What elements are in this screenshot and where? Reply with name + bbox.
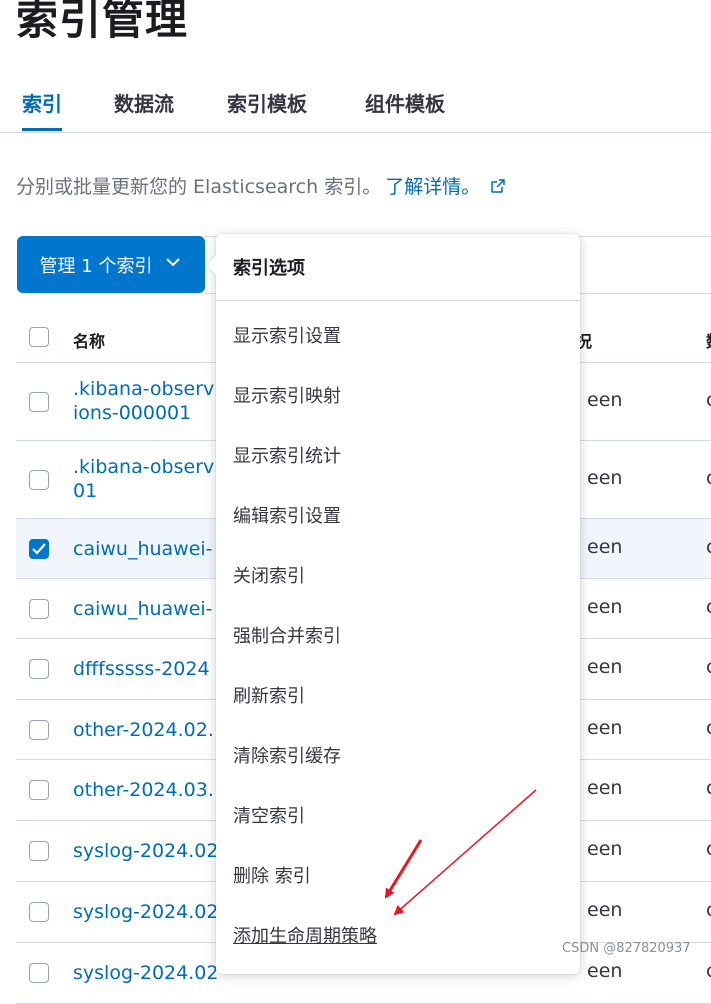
row-checkbox[interactable]	[29, 538, 49, 559]
column-header-more[interactable]: 数	[706, 328, 711, 352]
health-cell: een	[587, 595, 623, 618]
index-options-menu: 索引选项 显示索引设置 显示索引映射 显示索引统计 编辑索引设置 关闭索引强制合并索引刷…	[206, 234, 580, 974]
menu-divider	[216, 300, 580, 301]
health-cell: een	[587, 466, 623, 489]
menu-item-flush-index[interactable]: 清空索引	[233, 802, 305, 828]
index-name-link[interactable]: syslog-2024.02	[73, 900, 218, 924]
next-column-cell: c	[706, 838, 711, 860]
row-checkbox[interactable]	[29, 469, 49, 490]
next-column-cell: c	[706, 899, 711, 921]
menu-item-show-index-settings[interactable]: 显示索引设置	[233, 322, 341, 348]
index-name-link[interactable]: caiwu_huawei-	[73, 537, 213, 561]
index-name-link[interactable]: dfffsssss-2024	[73, 657, 210, 681]
tab-indices[interactable]: 索引	[22, 88, 62, 131]
tab-data-streams[interactable]: 数据流	[114, 88, 174, 117]
menu-item-show-index-mapping[interactable]: 显示索引映射	[233, 382, 341, 408]
health-cell: een	[587, 535, 623, 558]
index-name-link[interactable]: .kibana-observ ions-000001	[73, 377, 214, 425]
next-column-cell: c	[706, 596, 711, 618]
index-name-link[interactable]: caiwu_huawei-	[73, 597, 213, 621]
manage-indices-button[interactable]: 管理 1 个索引	[17, 236, 205, 293]
menu-title: 索引选项	[233, 258, 305, 279]
row-checkbox[interactable]	[29, 841, 49, 861]
health-cell: een	[587, 656, 623, 678]
menu-item-close-index[interactable]: 关闭索引	[233, 562, 305, 588]
row-checkbox[interactable]	[29, 902, 49, 922]
health-cell: een	[587, 838, 623, 860]
next-column-cell: c	[706, 656, 711, 678]
tab-index-templates[interactable]: 索引模板	[227, 88, 307, 117]
tab-bar: 索引 数据流 索引模板 组件模板	[0, 84, 711, 133]
index-name-link[interactable]: syslog-2024.02	[73, 839, 218, 863]
menu-item-show-index-stats[interactable]: 显示索引统计	[233, 442, 341, 468]
next-column-cell: c	[706, 467, 711, 489]
health-cell: een	[587, 716, 623, 739]
health-cell: een	[587, 960, 623, 982]
menu-item-clear-index-cache[interactable]: 清除索引缓存	[233, 742, 341, 768]
watermark: CSDN @827820937	[562, 941, 691, 956]
select-all-checkbox[interactable]	[29, 327, 49, 347]
row-checkbox[interactable]	[29, 780, 49, 800]
index-name-link[interactable]: other-2024.03.	[73, 778, 214, 802]
menu-item-delete-index[interactable]: 删除 索引	[233, 862, 311, 888]
chevron-down-icon	[164, 253, 182, 276]
index-name-link[interactable]: .kibana-observ 01	[73, 455, 214, 503]
page-title: 索引管理	[16, 0, 189, 44]
row-checkbox[interactable]	[29, 391, 49, 412]
row-checkbox[interactable]	[29, 659, 49, 679]
next-column-cell: c	[706, 717, 711, 739]
next-column-cell: c	[706, 960, 711, 982]
column-header-name[interactable]: 名称	[73, 328, 105, 352]
row-checkbox[interactable]	[29, 963, 49, 983]
page-description: 分别或批量更新您的 Elasticsearch 索引。 了解详情。	[16, 172, 506, 199]
next-column-cell: c	[706, 389, 711, 411]
menu-item-edit-index-settings[interactable]: 编辑索引设置	[233, 502, 341, 528]
menu-item-add-lifecycle-policy[interactable]: 添加生命周期策略	[233, 922, 377, 948]
external-link-icon[interactable]	[490, 177, 506, 199]
check-icon	[32, 542, 46, 555]
row-checkbox[interactable]	[29, 598, 49, 619]
index-name-link[interactable]: other-2024.02.	[73, 718, 214, 742]
health-cell: een	[587, 899, 623, 921]
learn-more-link[interactable]: 了解详情。	[385, 176, 480, 198]
health-cell: een	[587, 777, 623, 799]
row-checkbox[interactable]	[29, 719, 49, 740]
menu-item-refresh-index[interactable]: 刷新索引	[233, 682, 305, 708]
manage-button-label: 管理 1 个索引	[39, 255, 153, 277]
tab-component-templates[interactable]: 组件模板	[365, 88, 445, 117]
menu-item-force-merge-index[interactable]: 强制合并索引	[233, 622, 341, 648]
next-column-cell: c	[706, 777, 711, 799]
next-column-cell: c	[706, 536, 711, 558]
health-cell: een	[587, 388, 623, 411]
description-text: 分别或批量更新您的 Elasticsearch 索引。	[16, 176, 382, 198]
